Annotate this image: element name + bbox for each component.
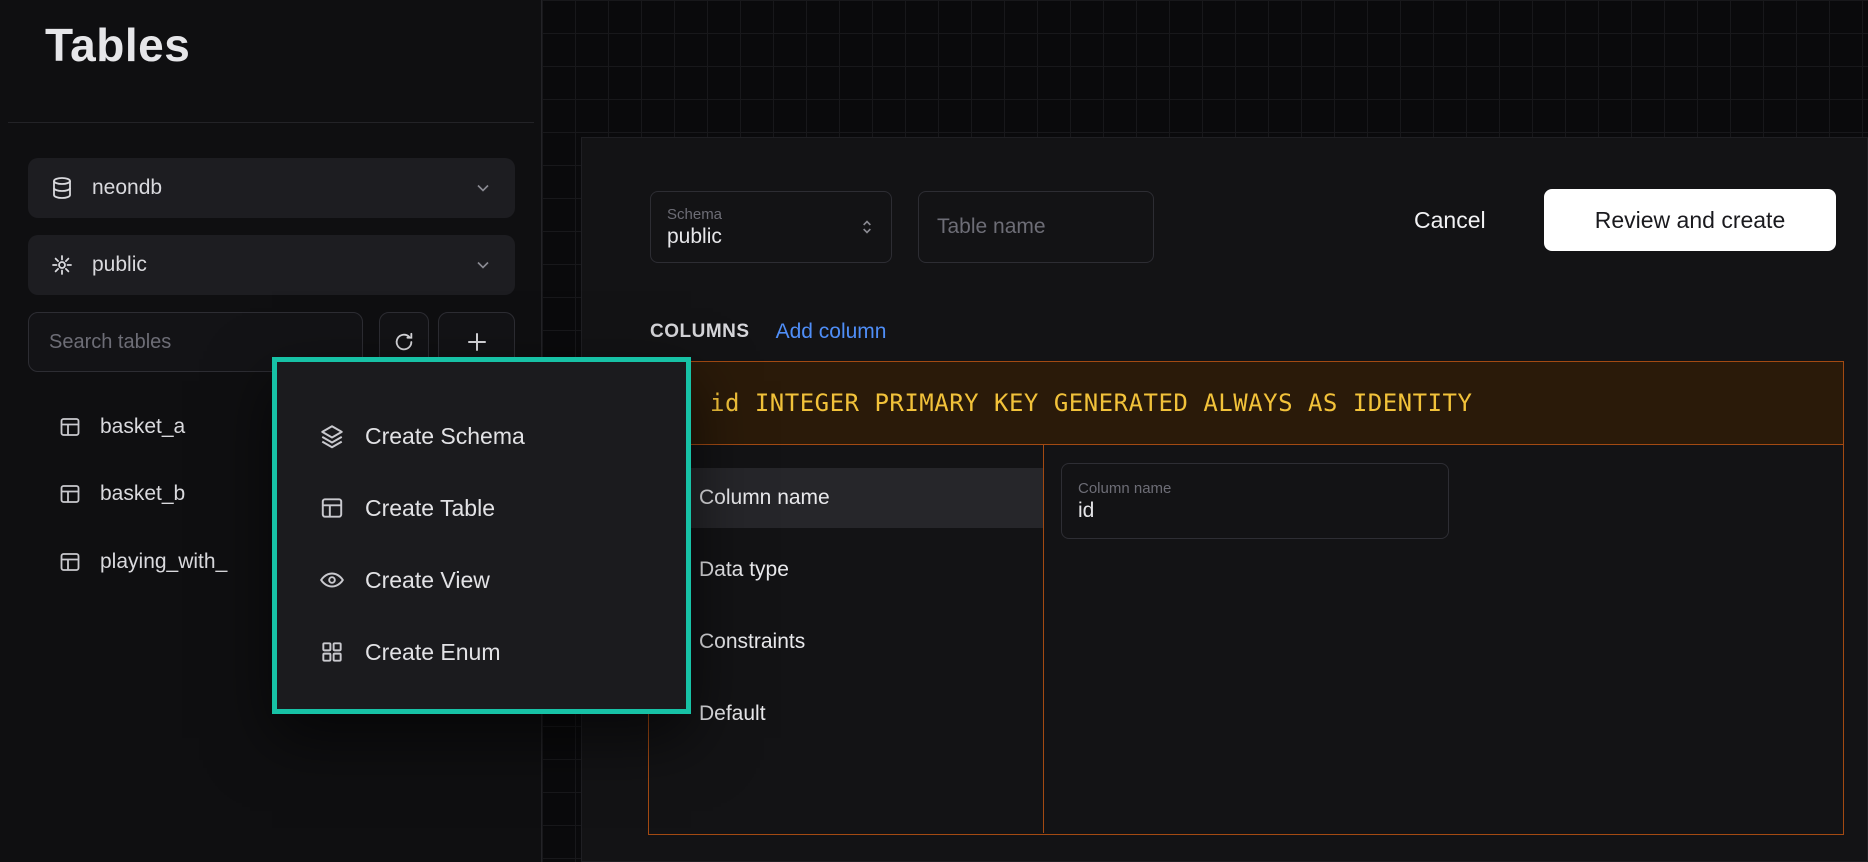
- cancel-button[interactable]: Cancel: [1388, 189, 1512, 251]
- chevron-updown-icon: [857, 217, 877, 237]
- add-column-link[interactable]: Add column: [776, 320, 887, 344]
- table-name-input[interactable]: [918, 191, 1154, 263]
- schema-select[interactable]: public: [28, 235, 515, 295]
- column-name-field-value: id: [1078, 499, 1432, 523]
- table-row-label: playing_with_: [100, 550, 227, 574]
- database-select-value: neondb: [92, 176, 162, 200]
- menu-item-label: Create Enum: [365, 639, 501, 666]
- schema-field-label: Schema: [667, 206, 875, 223]
- schema-field-value: public: [667, 225, 875, 249]
- page-title: Tables: [45, 18, 190, 72]
- column-tabs: Column name Data type Constraints Defaul…: [649, 445, 1044, 833]
- table-row-label: basket_a: [100, 415, 185, 439]
- tab-constraints[interactable]: Constraints: [649, 612, 1043, 672]
- refresh-icon: [393, 331, 415, 353]
- schema-icon: [50, 253, 74, 277]
- menu-item-label: Create Schema: [365, 423, 525, 450]
- column-editor: id INTEGER PRIMARY KEY GENERATED ALWAYS …: [648, 361, 1844, 835]
- menu-item-label: Create Table: [365, 495, 495, 522]
- column-form: Column name id: [1044, 445, 1843, 833]
- layers-icon: [319, 423, 345, 449]
- database-select[interactable]: neondb: [28, 158, 515, 218]
- eye-icon: [319, 567, 345, 593]
- grid-icon: [319, 639, 345, 665]
- menu-item-create-view[interactable]: Create View: [277, 544, 686, 616]
- chevron-down-icon: [473, 255, 493, 275]
- tab-data-type[interactable]: Data type: [649, 540, 1043, 600]
- chevron-down-icon: [473, 178, 493, 198]
- menu-item-label: Create View: [365, 567, 490, 594]
- table-row-label: basket_b: [100, 482, 185, 506]
- column-editor-body: Column name Data type Constraints Defaul…: [649, 445, 1843, 833]
- table-icon: [319, 495, 345, 521]
- column-summary-row[interactable]: id INTEGER PRIMARY KEY GENERATED ALWAYS …: [649, 362, 1843, 445]
- columns-heading: COLUMNS: [650, 321, 750, 343]
- tab-column-name[interactable]: Column name: [649, 468, 1043, 528]
- plus-icon: [465, 330, 489, 354]
- database-icon: [50, 176, 74, 200]
- columns-header: COLUMNS Add column: [650, 317, 886, 347]
- create-menu: Create Schema Create Table Create View: [272, 357, 691, 714]
- schema-select-value: public: [92, 253, 147, 277]
- column-name-field-label: Column name: [1078, 480, 1432, 497]
- table-icon: [58, 550, 82, 574]
- menu-item-create-table[interactable]: Create Table: [277, 472, 686, 544]
- table-icon: [58, 482, 82, 506]
- menu-item-create-enum[interactable]: Create Enum: [277, 616, 686, 688]
- column-name-field[interactable]: Column name id: [1061, 463, 1449, 539]
- tab-default[interactable]: Default: [649, 684, 1043, 744]
- menu-item-create-schema[interactable]: Create Schema: [277, 400, 686, 472]
- table-icon: [58, 415, 82, 439]
- schema-field[interactable]: Schema public: [650, 191, 892, 263]
- table-editor-panel: Schema public Cancel Review and create C…: [581, 137, 1868, 862]
- column-sql-text: id INTEGER PRIMARY KEY GENERATED ALWAYS …: [710, 389, 1472, 417]
- sidebar-divider: [8, 122, 534, 123]
- review-and-create-button[interactable]: Review and create: [1544, 189, 1836, 251]
